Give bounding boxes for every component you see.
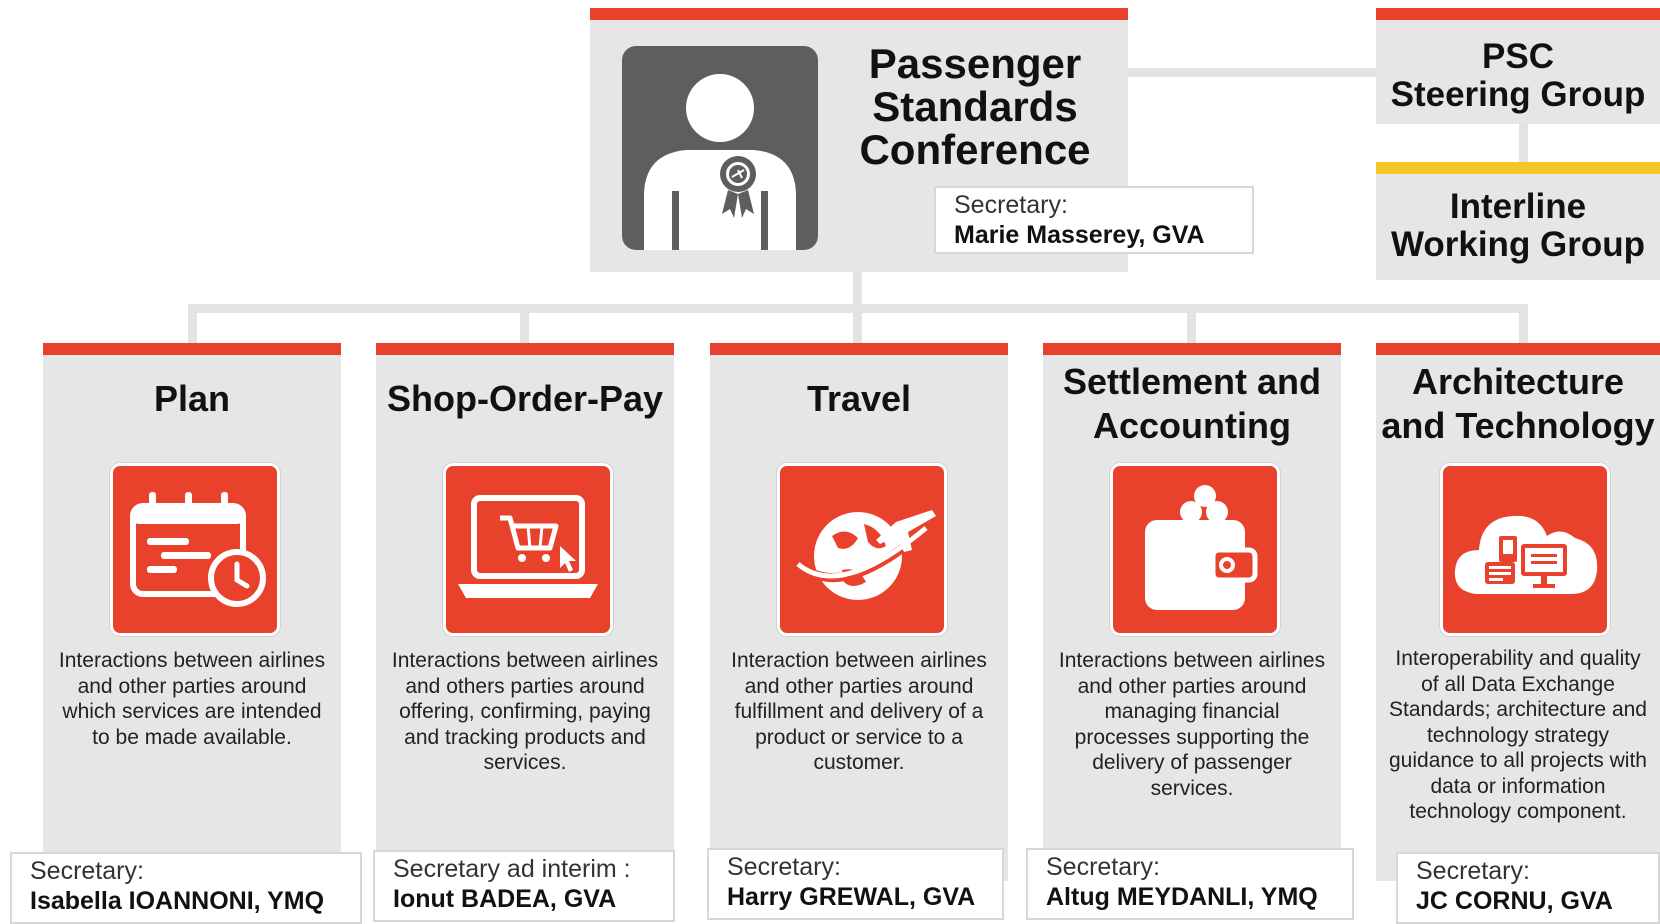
interline-yellow-bar <box>1376 162 1660 174</box>
group-card-travel: Travel Interaction between airlines and … <box>710 343 1008 881</box>
conference-secretary-name: Marie Masserey, GVA <box>954 221 1205 249</box>
group-title-plan: Plan <box>153 378 231 419</box>
secretary-label-architecture: Secretary: <box>1416 857 1530 885</box>
group-title-travel: Travel <box>806 378 912 419</box>
connector-drop-sop <box>520 304 529 346</box>
secretary-name-plan: Isabella IOANNONI, YMQ <box>30 887 325 915</box>
conference-secretary-label: Secretary: <box>954 191 1068 219</box>
secretary-name-shop-order-pay: Ionut BADEA, GVA <box>393 885 617 913</box>
connector-drop-travel <box>853 304 862 346</box>
secretary-box-plan: Secretary: Isabella IOANNONI, YMQ <box>10 852 362 924</box>
group-card-shop-order-pay: Shop-Order-Pay Interactions between airl… <box>376 343 674 881</box>
delegate-avatar-icon <box>622 46 818 250</box>
connector-conf-steering <box>1126 68 1378 77</box>
group-description-architecture: Interoperability and quality of all Data… <box>1389 647 1647 823</box>
secretary-label-shop-order-pay: Secretary ad interim : <box>393 855 631 883</box>
interline-group-title: Interline Working Group <box>1390 187 1646 264</box>
conference-red-bar <box>590 8 1128 20</box>
calendar-clock-icon <box>110 463 280 636</box>
group-description-travel: Interaction between airlines and other p… <box>731 649 987 774</box>
secretary-label-settlement: Secretary: <box>1046 853 1160 881</box>
group-card-settlement: Settlement and Accounting Interactions b… <box>1043 343 1341 881</box>
group-description-shop-order-pay: Interactions between airlines and others… <box>391 649 659 774</box>
secretary-name-travel: Harry GREWAL, GVA <box>727 883 976 911</box>
secretary-label-travel: Secretary: <box>727 853 841 881</box>
steering-red-bar <box>1376 8 1660 20</box>
sop-red-bar <box>376 343 674 355</box>
connector-drop-plan <box>188 304 197 346</box>
globe-plane-icon <box>777 463 947 636</box>
conference-secretary-box: Secretary: Marie Masserey, GVA <box>934 186 1254 254</box>
interline-group-card: Interline Working Group <box>1376 162 1660 280</box>
connector-steering-interline <box>1519 122 1528 164</box>
group-description-settlement: Interactions between airlines and other … <box>1058 649 1326 800</box>
settlement-red-bar <box>1043 343 1341 355</box>
steering-group-card: PSC Steering Group <box>1376 8 1660 124</box>
group-title-shop-order-pay: Shop-Order-Pay <box>386 378 664 419</box>
secretary-box-shop-order-pay: Secretary ad interim : Ionut BADEA, GVA <box>373 850 675 922</box>
steering-group-title: PSC Steering Group <box>1390 37 1646 114</box>
secretary-label-plan: Secretary: <box>30 857 144 885</box>
connector-drop-settlement <box>1187 304 1196 346</box>
secretary-box-settlement: Secretary: Altug MEYDANLI, YMQ <box>1026 848 1354 920</box>
architecture-red-bar <box>1376 343 1660 355</box>
group-card-plan: Plan Interactions between airlines and o… <box>43 343 341 881</box>
group-description-plan: Interactions between airlines and other … <box>58 649 326 749</box>
connector-drop-architecture <box>1519 304 1528 346</box>
travel-red-bar <box>710 343 1008 355</box>
plan-red-bar <box>43 343 341 355</box>
group-title-settlement: Settlement and Accounting <box>1062 361 1322 446</box>
group-title-architecture: Architecture and Technology <box>1381 361 1655 446</box>
wallet-coins-icon <box>1110 463 1280 636</box>
secretary-name-settlement: Altug MEYDANLI, YMQ <box>1046 883 1318 911</box>
secretary-name-architecture: JC CORNU, GVA <box>1416 887 1613 915</box>
secretary-box-architecture: Secretary: JC CORNU, GVA <box>1396 852 1660 924</box>
conference-title: Passenger Standards Conference <box>859 40 1091 173</box>
group-card-architecture: Architecture and Technology Interoperabi… <box>1376 343 1660 881</box>
cloud-devices-icon <box>1440 463 1610 636</box>
laptop-cart-icon <box>443 463 613 636</box>
secretary-box-travel: Secretary: Harry GREWAL, GVA <box>707 848 1004 920</box>
